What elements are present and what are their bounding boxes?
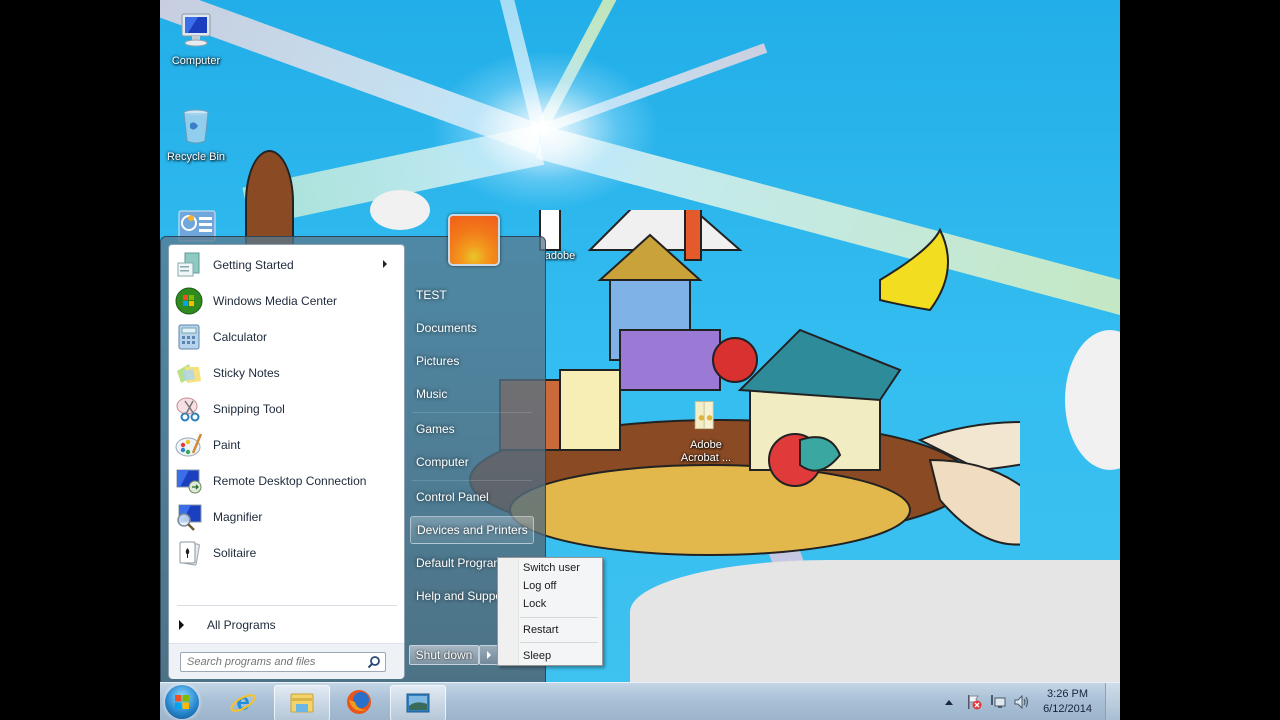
place-computer[interactable]: Computer <box>410 448 534 476</box>
show-hidden-icons-button[interactable] <box>945 699 954 705</box>
desktop-icon-label: Recycle Bin <box>166 151 226 163</box>
menu-item-switch-user[interactable]: Switch user <box>523 559 580 577</box>
shut-down-button[interactable]: Shut down <box>409 645 479 665</box>
place-pictures[interactable]: Pictures <box>410 347 534 375</box>
sticky-notes-icon <box>177 364 201 383</box>
clock[interactable]: 3:26 PM 6/12/2014 <box>1043 687 1092 717</box>
menu-item-restart[interactable]: Restart <box>523 621 558 639</box>
internet-explorer-icon: e <box>230 689 256 716</box>
program-getting-started[interactable]: Getting Started <box>175 249 397 281</box>
program-label: Solitaire <box>213 546 257 560</box>
desktop-icon-label: Computer <box>171 55 221 67</box>
user-account-picture[interactable] <box>448 214 500 266</box>
wallpaper-clouds <box>630 560 1120 690</box>
search-box[interactable] <box>180 652 386 672</box>
places-divider <box>412 480 532 481</box>
windows-logo-icon <box>175 695 189 709</box>
network-icon[interactable] <box>989 693 1007 711</box>
show-desktop-button[interactable] <box>1105 683 1120 720</box>
program-label: Getting Started <box>213 258 294 272</box>
program-label: Paint <box>213 438 241 452</box>
picture-viewer-icon <box>406 693 430 713</box>
search-icon[interactable] <box>367 655 381 669</box>
getting-started-icon <box>177 252 200 277</box>
taskbar-windows-explorer[interactable] <box>274 685 330 720</box>
program-sticky-notes[interactable]: Sticky Notes <box>175 357 397 389</box>
place-user-folder[interactable]: TEST <box>410 281 534 309</box>
menu-item-sleep[interactable]: Sleep <box>523 647 551 665</box>
desktop-icon-computer[interactable]: Computer <box>160 10 234 67</box>
solitaire-icon <box>179 541 200 566</box>
wallpaper-cloud <box>370 190 430 230</box>
start-menu: Getting Started Windows Media Center Cal… <box>160 236 546 684</box>
snipping-tool-icon <box>176 397 200 422</box>
program-label: Magnifier <box>213 510 263 524</box>
program-label: Calculator <box>213 330 268 344</box>
action-center-flag-icon[interactable] <box>965 693 983 711</box>
clock-date: 6/12/2014 <box>1043 703 1092 715</box>
taskbar-internet-explorer[interactable]: e <box>216 685 270 719</box>
menu-separator <box>520 617 598 618</box>
submenu-arrow-icon[interactable] <box>383 260 387 268</box>
menu-item-log-off[interactable]: Log off <box>523 577 556 595</box>
expand-arrow-icon <box>179 620 184 630</box>
programs-divider <box>177 605 397 606</box>
search-input[interactable] <box>181 653 367 671</box>
desktop-icon-adobe-acrobat[interactable]: Adobe Acrobat ... <box>668 398 744 465</box>
place-games[interactable]: Games <box>410 415 534 443</box>
place-devices-and-printers[interactable]: Devices and Printers <box>410 516 534 544</box>
paint-icon <box>175 433 203 457</box>
program-label: Windows Media Center <box>213 294 338 308</box>
places-divider <box>412 412 532 413</box>
start-menu-programs-pane: Getting Started Windows Media Center Cal… <box>168 244 405 679</box>
start-button[interactable] <box>165 685 199 719</box>
program-magnifier[interactable]: Magnifier <box>175 501 397 533</box>
desktop-icon-label: Adobe Acrobat ... <box>680 439 732 464</box>
recycle-bin-icon <box>183 109 209 144</box>
taskbar-picture-viewer[interactable] <box>390 685 446 720</box>
taskbar: e 3:26 PM 6/12/2014 <box>160 682 1120 720</box>
calculator-icon <box>178 324 200 350</box>
program-solitaire[interactable]: Solitaire <box>175 537 397 569</box>
volume-icon[interactable] <box>1013 693 1031 711</box>
place-documents[interactable]: Documents <box>410 314 534 342</box>
wallpaper-sun <box>430 50 660 210</box>
all-programs-label: All Programs <box>207 618 276 632</box>
firefox-icon <box>347 690 371 714</box>
program-calculator[interactable]: Calculator <box>175 321 397 353</box>
windows-media-center-icon <box>175 287 203 315</box>
program-label: Remote Desktop Connection <box>213 474 367 488</box>
menu-item-lock[interactable]: Lock <box>523 595 546 613</box>
system-tray: 3:26 PM 6/12/2014 <box>945 683 1120 720</box>
place-music[interactable]: Music <box>410 380 534 408</box>
folder-icon <box>290 693 314 713</box>
svg-text:e: e <box>236 689 249 716</box>
power-options-menu: Switch user Log off Lock Restart Sleep <box>497 557 603 666</box>
acrobat-icon <box>694 401 714 430</box>
program-label: Sticky Notes <box>213 366 280 380</box>
program-label: Snipping Tool <box>213 402 285 416</box>
desktop-screen: Computer Recycle Bin adobe Adobe Acrobat… <box>160 0 1120 720</box>
program-remote-desktop-connection[interactable]: Remote Desktop Connection <box>175 465 397 497</box>
shut-down-options-button[interactable] <box>479 645 499 665</box>
magnifier-icon <box>177 504 202 531</box>
program-windows-media-center[interactable]: Windows Media Center <box>175 285 397 317</box>
program-paint[interactable]: Paint <box>175 429 397 461</box>
desktop-icon-recycle-bin[interactable]: Recycle Bin <box>160 106 234 163</box>
menu-separator <box>520 642 598 643</box>
place-control-panel[interactable]: Control Panel <box>410 483 534 511</box>
taskbar-firefox[interactable] <box>332 685 386 719</box>
search-area <box>169 643 404 679</box>
remote-desktop-icon <box>176 469 202 494</box>
computer-icon <box>181 13 211 47</box>
clock-time: 3:26 PM <box>1047 688 1089 700</box>
all-programs-button[interactable]: All Programs <box>169 609 404 641</box>
program-snipping-tool[interactable]: Snipping Tool <box>175 393 397 425</box>
